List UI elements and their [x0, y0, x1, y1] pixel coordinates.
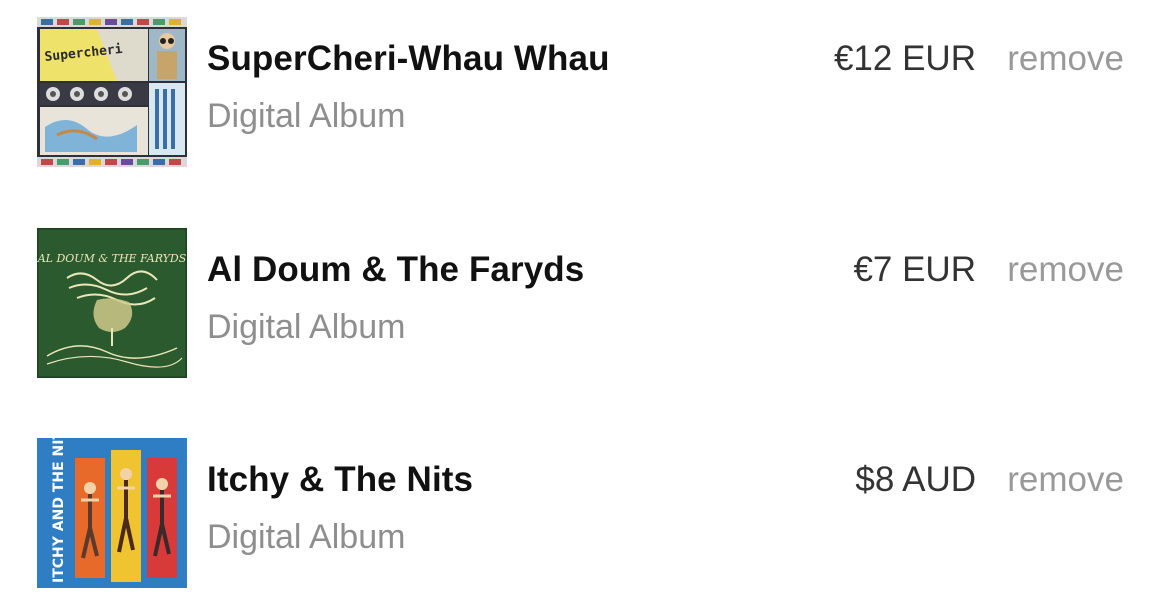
album-art-itchy-image: ITCHY AND THE NITS — [37, 438, 187, 588]
album-art-supercheri-image: Supercheri — [37, 17, 187, 167]
remove-link[interactable]: remove — [1007, 460, 1124, 500]
album-art-supercheri[interactable]: Supercheri — [37, 17, 187, 167]
album-art-al-doum[interactable]: AL DOUM & THE FARYDS — [37, 228, 187, 378]
album-format: Digital Album — [207, 97, 406, 135]
album-art-itchy-text: ITCHY AND THE NITS — [51, 438, 67, 583]
album-format: Digital Album — [207, 518, 406, 556]
cart-item-supercheri: Supercheri SuperCheri-Whau Whau Digital … — [0, 17, 1170, 167]
cart-item-itchy: ITCHY AND THE NITS Itchy & The Nits Digi… — [0, 438, 1170, 588]
album-title[interactable]: Al Doum & The Faryds — [207, 250, 584, 290]
album-art-itchy[interactable]: ITCHY AND THE NITS — [37, 438, 187, 588]
album-art-al-doum-image: AL DOUM & THE FARYDS — [37, 228, 187, 378]
album-art-al-doum-text: AL DOUM & THE FARYDS — [37, 252, 187, 265]
album-title[interactable]: Itchy & The Nits — [207, 460, 473, 500]
album-price: €7 EUR — [853, 250, 976, 289]
remove-link[interactable]: remove — [1007, 250, 1124, 290]
album-format: Digital Album — [207, 308, 406, 346]
album-title[interactable]: SuperCheri-Whau Whau — [207, 39, 610, 79]
album-price: $8 AUD — [855, 460, 976, 499]
album-price: €12 EUR — [833, 39, 976, 78]
cart-item-al-doum: AL DOUM & THE FARYDS Al Doum & The Faryd… — [0, 228, 1170, 378]
remove-link[interactable]: remove — [1007, 39, 1124, 79]
